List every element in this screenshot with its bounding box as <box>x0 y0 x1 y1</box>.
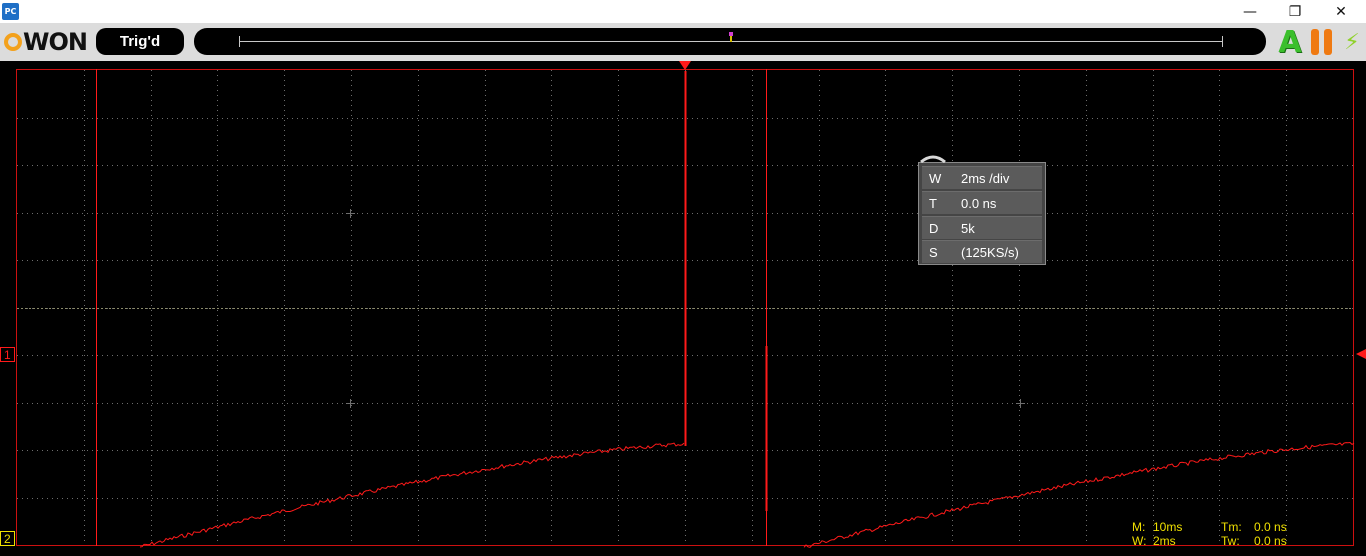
setting-key: T <box>929 195 937 211</box>
main-trigger-time-value: 0.0 ns <box>1254 520 1287 534</box>
setting-value: (125KS/s) <box>961 244 1019 260</box>
auto-icon[interactable]: A <box>1276 25 1304 60</box>
panel-resize-icon[interactable] <box>919 151 947 163</box>
logo-ring-icon <box>4 33 22 51</box>
channel2-label: 2 <box>4 532 11 546</box>
waveform-canvas[interactable]: 1 2 <box>0 61 1366 556</box>
window-trigger-time-value: 0.0 ns <box>1254 534 1287 548</box>
owon-logo: WON <box>4 27 92 57</box>
window-timebase-label: W: <box>1132 534 1147 548</box>
channel1-trigger-level-marker[interactable] <box>1356 349 1366 359</box>
setting-key: D <box>929 220 939 236</box>
timebase-position-bar[interactable] <box>194 28 1266 55</box>
channel1-label: 1 <box>4 348 11 362</box>
setting-row-width[interactable]: W 2ms /div <box>922 166 1042 189</box>
setting-row-sample-rate[interactable]: S (125KS/s) <box>922 240 1042 263</box>
trigger-time-marker[interactable] <box>679 61 691 70</box>
window-title-bar: PC — ❐ ✕ <box>0 0 1366 23</box>
timebase-settings-panel[interactable]: W 2ms /div T 0.0 ns D 5k S (125KS/s) <box>918 155 1046 265</box>
setting-row-time[interactable]: T 0.0 ns <box>922 191 1042 214</box>
timebase-right-bound <box>1222 36 1223 47</box>
main-timebase-label: M: <box>1132 520 1146 534</box>
minimize-button[interactable]: — <box>1227 0 1273 23</box>
main-trigger-time-label: Tm: <box>1221 520 1242 534</box>
close-button[interactable]: ✕ <box>1318 0 1364 23</box>
trigger-status-badge: Trig'd <box>96 28 184 55</box>
logo-text: WON <box>23 28 88 56</box>
pause-icon[interactable] <box>1311 29 1333 55</box>
setting-key: S <box>929 244 938 260</box>
channel1-waveform <box>139 442 685 548</box>
power-icon[interactable]: ⚡ <box>1341 27 1363 57</box>
setting-value: 2ms /div <box>961 170 1010 186</box>
restore-button[interactable]: ❐ <box>1272 0 1318 23</box>
trigger-position-tick <box>730 36 732 42</box>
instrument-toolbar: WON Trig'd A ⚡ <box>0 23 1366 61</box>
setting-key: W <box>929 170 942 186</box>
main-timebase-value: 10ms <box>1153 520 1183 534</box>
timebase-left-bound <box>239 36 240 47</box>
setting-row-depth[interactable]: D 5k <box>922 216 1042 239</box>
window-trigger-time-label: Tw: <box>1221 534 1240 548</box>
setting-value: 5k <box>961 220 975 236</box>
app-icon[interactable]: PC <box>2 3 19 20</box>
scope-screen[interactable]: 1 2 W 2ms /div T 0.0 ns D 5k S (125KS/s)… <box>0 61 1366 556</box>
window-timebase-value: 2ms <box>1153 534 1176 548</box>
setting-value: 0.0 ns <box>961 195 997 211</box>
